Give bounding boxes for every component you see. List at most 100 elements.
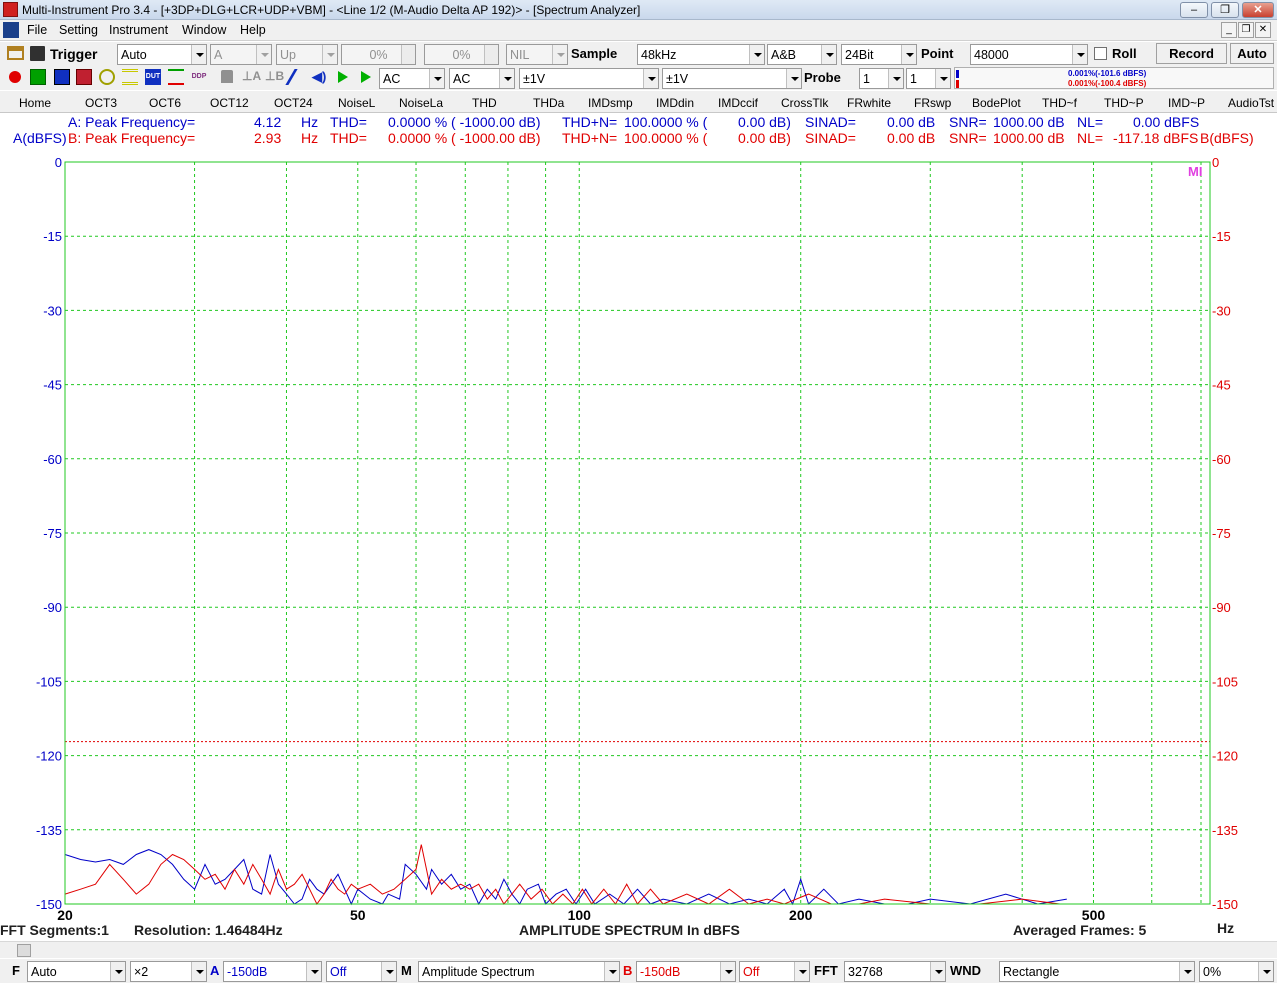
tab-thda[interactable]: THDa [533, 96, 564, 110]
b-offset-value: Off [743, 965, 760, 979]
mdi-minimize-button[interactable]: _ [1221, 22, 1237, 38]
y-tick-label-right: -75 [1212, 526, 1231, 541]
tab-bodeplot[interactable]: BodePlot [972, 96, 1021, 110]
probe-label: Probe [804, 70, 841, 85]
sample-rate-select[interactable]: 48kHz [637, 44, 765, 65]
ddp-icon[interactable]: DDP [191, 69, 207, 85]
menu-window[interactable]: Window [182, 23, 226, 37]
tab-noisela[interactable]: NoiseLa [399, 96, 443, 110]
trigger-edge-select[interactable]: Up [276, 44, 338, 65]
coupling-a-select[interactable]: AC [379, 68, 445, 89]
probe-b-select[interactable]: 1 [906, 68, 951, 89]
tab-oct24[interactable]: OCT24 [274, 96, 313, 110]
auto-button[interactable]: Auto [1230, 43, 1274, 64]
y-tick-label-left: -45 [43, 378, 62, 393]
play-icon[interactable] [338, 71, 348, 83]
channels-select[interactable]: A&B [767, 44, 837, 65]
dut-icon[interactable]: DUT [145, 69, 161, 85]
a-axis-unit: A(dBFS) [13, 130, 67, 146]
b-offset-select[interactable]: Off [739, 961, 810, 982]
range-b-select[interactable]: ±1V [662, 68, 802, 89]
oscilloscope-icon[interactable] [30, 69, 46, 85]
nil-select[interactable]: NIL [506, 44, 568, 65]
tab-imdccif[interactable]: IMDccif [718, 96, 758, 110]
trigger-channel-select[interactable]: A [210, 44, 272, 65]
tab-audiotst[interactable]: AudioTst [1228, 96, 1274, 110]
sample-rate-value: 48kHz [641, 48, 677, 62]
menu-file[interactable]: File [27, 23, 47, 37]
trigger-delay-stepper[interactable]: 0% [424, 44, 499, 65]
tab-oct6[interactable]: OCT6 [149, 96, 181, 110]
menu-help[interactable]: Help [240, 23, 266, 37]
b-sinad-value: 0.00 dB [887, 130, 936, 146]
save-icon[interactable] [30, 46, 45, 61]
window-function-select[interactable]: Rectangle [999, 961, 1195, 982]
tab-imd-p[interactable]: IMD~P [1168, 96, 1205, 110]
fft-points-value: 48000 [974, 48, 1009, 62]
maximize-button[interactable]: ❐ [1211, 2, 1239, 18]
fft-points-select[interactable]: 48000 [970, 44, 1088, 65]
y-tick-label-right: -105 [1212, 674, 1238, 689]
y-tick-label-left: -90 [43, 600, 62, 615]
tab-oct3[interactable]: OCT3 [85, 96, 117, 110]
fft-segments: FFT Segments:1 [0, 922, 109, 938]
tab-thd[interactable]: THD [472, 96, 497, 110]
mdi-close-button[interactable]: ✕ [1255, 22, 1271, 38]
spectrum3d-icon[interactable] [76, 69, 92, 85]
b-nl-label: NL= [1077, 130, 1104, 146]
b-floor-select[interactable]: -150dB [636, 961, 736, 982]
weight-a-icon[interactable]: ⊥A [242, 69, 261, 85]
tab-frswp[interactable]: FRswp [914, 96, 951, 110]
frequency-axis-select[interactable]: Auto [27, 961, 126, 982]
spectrum-chart[interactable]: 0 0 -15 -15 -30 -30 -45 -45 -60 -60 -75 -75 -90 -90 -1… [0, 150, 1277, 920]
open-folder-icon[interactable] [7, 46, 24, 60]
analysis-mode-select[interactable]: Amplitude Spectrum [418, 961, 620, 982]
speaker-icon[interactable]: ◀) [312, 69, 328, 85]
y-tick-label-left: -15 [43, 229, 62, 244]
weight-b-icon[interactable]: ⊥B [265, 69, 284, 85]
zoom-select[interactable]: ×2 [130, 961, 207, 982]
tab-thd-p[interactable]: THD~P [1104, 96, 1144, 110]
tab-frwhite[interactable]: FRwhite [847, 96, 891, 110]
horizontal-scrollbar[interactable] [0, 941, 1277, 958]
weight-icon[interactable] [221, 70, 233, 83]
waterfall-icon[interactable] [122, 69, 138, 85]
b-snr-value: 1000.00 dB [993, 130, 1065, 146]
bit-depth-select[interactable]: 24Bit [841, 44, 917, 65]
close-button[interactable]: ✕ [1242, 2, 1274, 18]
tab-imddin[interactable]: IMDdin [656, 96, 694, 110]
app-icon[interactable] [3, 2, 18, 17]
mdi-restore-button[interactable]: ❐ [1238, 22, 1254, 38]
tab-noisel[interactable]: NoiseL [338, 96, 375, 110]
trigger-level-stepper[interactable]: 0% [341, 44, 416, 65]
range-a-select[interactable]: ±1V [519, 68, 659, 89]
probe-icon[interactable] [285, 69, 311, 85]
menu-setting[interactable]: Setting [59, 23, 98, 37]
tab-home[interactable]: Home [19, 96, 51, 110]
document-icon[interactable] [3, 22, 19, 38]
spectrum-icon[interactable] [54, 69, 70, 85]
tab-crosstlk[interactable]: CrossTlk [781, 96, 828, 110]
a-floor-select[interactable]: -150dB [223, 961, 322, 982]
fft-size-select[interactable]: 32768 [844, 961, 946, 982]
b-peak-frequency-unit: Hz [301, 130, 319, 146]
coupling-b-select[interactable]: AC [449, 68, 515, 89]
overlap-select[interactable]: 0% [1199, 961, 1274, 982]
record-button[interactable]: Record [1156, 43, 1227, 64]
tab-oct12[interactable]: OCT12 [210, 96, 249, 110]
menu-instrument[interactable]: Instrument [109, 23, 168, 37]
probe-a-select[interactable]: 1 [859, 68, 904, 89]
roll-checkbox[interactable] [1094, 47, 1107, 60]
play-step-icon[interactable] [361, 71, 371, 83]
tab-imdsmp[interactable]: IMDsmp [588, 96, 633, 110]
a-offset-select[interactable]: Off [326, 961, 397, 982]
trigger-mode-select[interactable]: Auto [117, 44, 207, 65]
record-icon[interactable] [9, 71, 21, 83]
tab-thd-f[interactable]: THD~f [1042, 96, 1077, 110]
phase-icon[interactable] [99, 69, 115, 85]
sample-label: Sample [571, 46, 618, 61]
scrollbar-thumb[interactable] [17, 944, 31, 957]
minimize-button[interactable]: – [1180, 2, 1208, 18]
trigger-channel-value: A [214, 48, 223, 62]
multimeter-icon[interactable] [168, 69, 184, 85]
